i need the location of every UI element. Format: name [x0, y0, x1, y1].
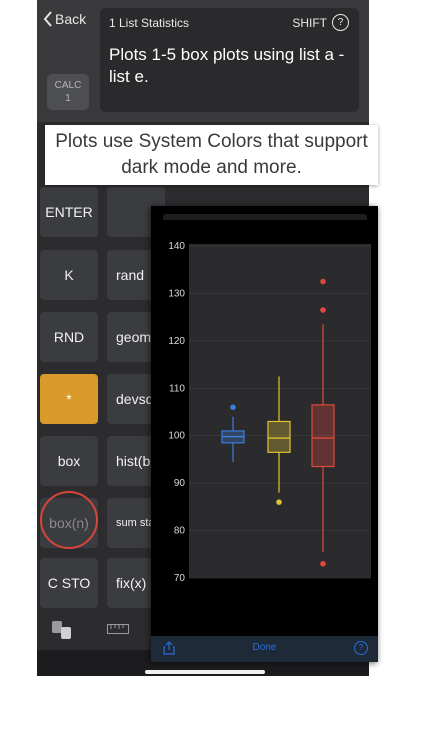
enter-key[interactable]: ENTER — [40, 187, 98, 237]
display-title: 1 List Statistics — [109, 16, 190, 30]
home-indicator — [145, 670, 265, 674]
display-text: Plots 1-5 box plots using list a - list … — [109, 45, 345, 86]
back-label: Back — [55, 11, 87, 27]
c-sto-key[interactable]: C STO — [40, 558, 98, 608]
k-key[interactable]: K — [40, 250, 98, 300]
popup-handle — [163, 214, 367, 220]
help-icon[interactable]: ? — [332, 14, 349, 31]
calculator-display: 1 List Statistics SHIFT ? Plots 1-5 box … — [100, 8, 359, 112]
popup-footer: Done ? — [151, 636, 378, 662]
feature-caption: Plots use System Colors that support dar… — [45, 125, 378, 185]
shift-button[interactable]: SHIFT — [292, 16, 327, 30]
back-button[interactable]: Back — [43, 8, 86, 30]
y-tick-label: 70 — [174, 573, 186, 584]
calc-mode-button[interactable]: CALC 1 — [47, 74, 89, 110]
rnd-key[interactable]: RND — [40, 312, 98, 362]
box-plot-chart: 70 80 90 100 110 120 130 140 — [168, 241, 371, 584]
outlier-point — [276, 499, 282, 505]
highlight-circle — [40, 491, 98, 549]
y-tick-label: 90 — [174, 478, 186, 489]
y-tick-label: 140 — [168, 241, 185, 252]
ruler-icon[interactable] — [107, 624, 129, 634]
done-button[interactable]: Done — [151, 642, 378, 653]
calc-sub-label: 1 — [65, 93, 71, 104]
box-iqr — [267, 420, 291, 453]
chevron-left-icon — [43, 11, 52, 27]
y-tick-label: 80 — [174, 526, 186, 537]
y-tick-label: 110 — [169, 383, 185, 394]
converter-icon[interactable] — [51, 620, 73, 640]
outlier-point — [320, 278, 326, 285]
info-icon[interactable]: ? — [354, 641, 368, 655]
y-tick-label: 120 — [168, 336, 185, 347]
top-bar: Back CALC 1 1 List Statistics SHIFT ? Pl… — [37, 0, 369, 122]
outlier-point — [230, 404, 236, 411]
multiply-key[interactable]: * — [40, 374, 98, 424]
box-iqr — [311, 404, 335, 468]
plot-area — [189, 244, 371, 578]
box-plot-popup: 70 80 90 100 110 120 130 140 Done ? — [151, 206, 378, 662]
outlier-point — [320, 307, 326, 313]
calc-label: CALC — [54, 80, 82, 91]
box-key[interactable]: box — [40, 436, 98, 486]
y-tick-label: 130 — [168, 288, 185, 299]
outlier-point — [320, 560, 326, 567]
y-tick-label: 100 — [168, 431, 185, 442]
